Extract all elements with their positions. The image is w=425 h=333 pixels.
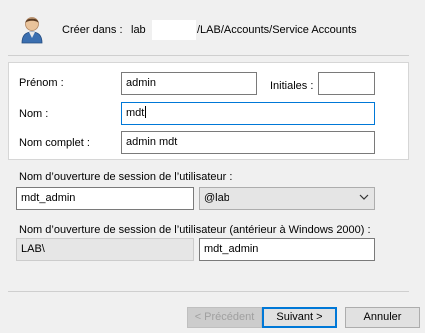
previous-button[interactable]: < Précédent <box>187 307 262 328</box>
text-caret <box>145 106 147 118</box>
redacted-area <box>152 20 196 40</box>
last-name-field[interactable]: mdt <box>121 102 375 125</box>
create-in-label: Créer dans : <box>62 24 123 36</box>
initials-label: Initiales : <box>270 80 314 92</box>
domain-suffix-value: @lab <box>204 192 230 204</box>
next-button[interactable]: Suivant > <box>262 307 337 328</box>
last-name-label: Nom : <box>19 108 49 120</box>
logon-name-field[interactable]: mdt_admin <box>16 187 194 210</box>
logon-name-label: Nom d’ouverture de session de l’utilisat… <box>19 171 233 183</box>
header-divider <box>8 55 409 56</box>
legacy-logon-field[interactable]: mdt_admin <box>199 238 375 261</box>
container-path-prefix: lab <box>131 24 146 36</box>
cancel-button[interactable]: Annuler <box>345 307 420 328</box>
domain-suffix-select[interactable]: @lab <box>199 187 375 210</box>
redacted-area <box>229 188 286 209</box>
first-name-label: Prénom : <box>19 77 64 89</box>
full-name-label: Nom complet : <box>19 137 90 149</box>
logon-name-legacy-label: Nom d’ouverture de session de l’utilisat… <box>19 224 371 236</box>
container-path-suffix: /LAB/Accounts/Service Accounts <box>197 24 357 36</box>
user-icon <box>19 14 45 44</box>
footer-divider <box>8 291 409 292</box>
legacy-domain-field: LAB\ <box>16 238 194 261</box>
full-name-field[interactable]: admin mdt <box>121 131 375 154</box>
first-name-field[interactable]: admin <box>121 72 257 95</box>
chevron-down-icon <box>359 194 369 200</box>
last-name-value: mdt <box>126 107 145 119</box>
initials-field[interactable] <box>318 72 375 95</box>
